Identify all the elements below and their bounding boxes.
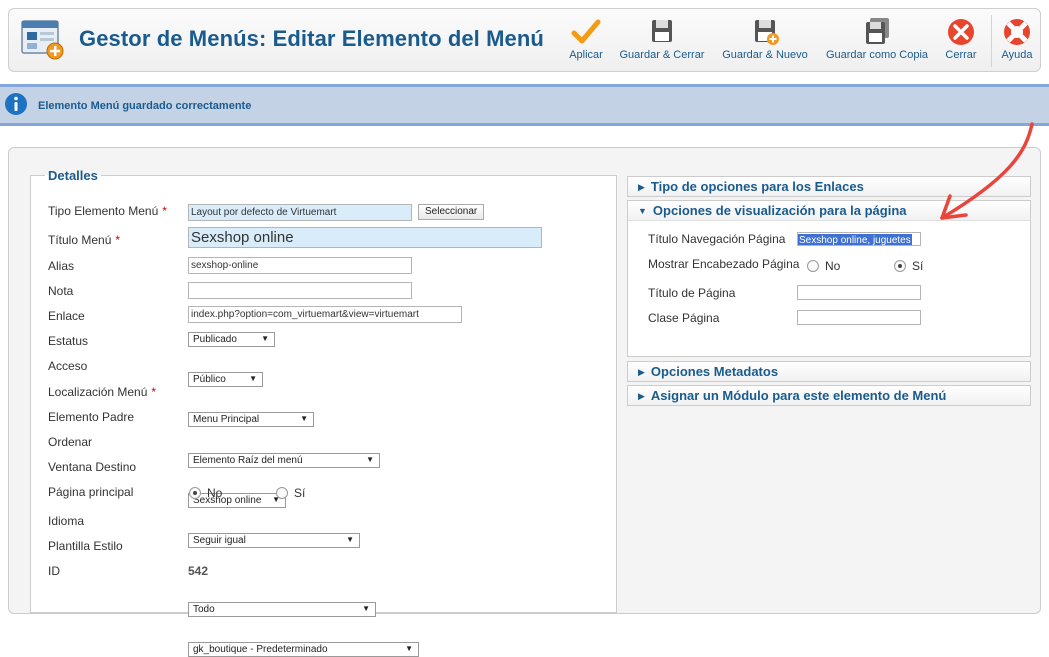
- template-style-select[interactable]: gk_boutique - Predeterminado ▼: [188, 642, 419, 657]
- radio-icon: [189, 487, 201, 499]
- link-label: Enlace: [48, 309, 85, 323]
- checkmark-icon: [571, 19, 601, 44]
- radio-icon: [276, 487, 288, 499]
- show-heading-option-no[interactable]: No: [807, 257, 840, 275]
- menu-type-field[interactable]: [188, 204, 412, 221]
- page-heading-label: Título de Página: [648, 286, 736, 300]
- page-heading-input[interactable]: [797, 285, 921, 300]
- details-legend: Detalles: [48, 168, 98, 183]
- id-label: ID: [48, 564, 60, 578]
- ordering-label: Ordenar: [48, 435, 93, 449]
- accordion-header-module-assign[interactable]: ▶ Asignar un Módulo para este elemento de…: [628, 386, 1030, 405]
- dropdown-arrow-icon: ▼: [300, 414, 308, 423]
- required-mark: *: [115, 233, 121, 247]
- lifebuoy-icon: [1004, 19, 1030, 45]
- menu-manager-icon: [21, 20, 64, 60]
- accordion-metadata: ▶ Opciones Metadatos: [627, 361, 1031, 382]
- dropdown-arrow-icon: ▼: [261, 334, 269, 343]
- dropdown-arrow-icon: ▼: [362, 604, 370, 613]
- annotation-arrow-icon: [940, 122, 1034, 220]
- link-input[interactable]: [188, 306, 462, 323]
- language-select[interactable]: Todo ▼: [188, 602, 376, 617]
- message-text: Elemento Menú guardado correctamente: [38, 100, 252, 112]
- floppy-icon: [652, 20, 672, 42]
- target-label: Ventana Destino: [48, 460, 137, 474]
- cancel-icon: [948, 19, 974, 45]
- dropdown-arrow-icon: ▼: [346, 535, 354, 544]
- caret-right-icon: ▶: [638, 391, 645, 401]
- page-title: Gestor de Menús: Editar Elemento del Men…: [79, 26, 544, 51]
- accordion-header-metadata[interactable]: ▶ Opciones Metadatos: [628, 362, 1030, 381]
- edit-form-panel: Detalles Tipo Elemento Menú* Seleccionar…: [8, 147, 1041, 657]
- caret-right-icon: ▶: [638, 182, 645, 192]
- caret-right-icon: ▶: [638, 367, 645, 377]
- system-message: Elemento Menú guardado correctamente: [0, 84, 1049, 126]
- page-display-panel: Título Navegación Página Sexshop online,…: [628, 220, 1030, 356]
- toolbar-separator: [991, 15, 992, 67]
- parent-label: Elemento Padre: [48, 410, 135, 424]
- help-button[interactable]: Ayuda: [999, 17, 1035, 67]
- required-mark: *: [151, 385, 157, 399]
- save-new-button[interactable]: Guardar & Nuevo: [721, 17, 809, 67]
- menu-type-label: Tipo Elemento Menú: [48, 204, 159, 218]
- access-select[interactable]: Público ▼: [188, 372, 263, 387]
- template-style-label: Plantilla Estilo: [48, 539, 123, 553]
- save-copy-button[interactable]: Guardar como Copia: [824, 17, 930, 67]
- home-option-no[interactable]: No: [189, 484, 222, 502]
- toolbar: Gestor de Menús: Editar Elemento del Men…: [8, 8, 1041, 72]
- alias-label: Alias: [48, 259, 75, 273]
- alias-input[interactable]: [188, 257, 412, 274]
- menu-title-label: Título Menú: [48, 233, 112, 247]
- floppy-plus-icon: [755, 20, 779, 45]
- details-fieldset: Detalles Tipo Elemento Menú* Seleccionar…: [30, 168, 617, 657]
- accordion-module-assign: ▶ Asignar un Módulo para este elemento de…: [627, 385, 1031, 406]
- parent-select[interactable]: Elemento Raíz del menú ▼: [188, 453, 380, 468]
- menu-title-input[interactable]: [188, 227, 542, 248]
- page-class-input[interactable]: [797, 310, 921, 325]
- show-heading-option-yes[interactable]: Sí: [894, 257, 923, 275]
- close-button[interactable]: Cerrar: [941, 17, 981, 67]
- radio-icon: [807, 260, 819, 272]
- caret-down-icon: ▼: [638, 206, 647, 216]
- language-label: Idioma: [48, 514, 85, 528]
- floppy-copy-icon: [866, 18, 889, 44]
- target-select[interactable]: Seguir igual ▼: [188, 533, 360, 548]
- home-label: Página principal: [48, 485, 134, 499]
- select-menu-type-button[interactable]: Seleccionar: [418, 204, 485, 220]
- save-close-button[interactable]: Guardar & Cerrar: [619, 17, 705, 67]
- browser-title-selected-text: Sexshop online, juguetes: [798, 234, 912, 246]
- page-class-label: Clase Página: [648, 311, 720, 325]
- show-heading-label: Mostrar Encabezado Página: [648, 257, 800, 271]
- dropdown-arrow-icon: ▼: [405, 644, 413, 653]
- dropdown-arrow-icon: ▼: [366, 455, 374, 464]
- info-icon: [5, 93, 27, 115]
- dropdown-arrow-icon: ▼: [249, 374, 257, 383]
- note-input[interactable]: [188, 282, 412, 299]
- required-mark: *: [162, 204, 167, 218]
- note-label: Nota: [48, 284, 74, 298]
- home-option-yes[interactable]: Sí: [276, 484, 305, 502]
- apply-button[interactable]: Aplicar: [564, 17, 608, 67]
- id-value: 542: [188, 564, 209, 578]
- menu-location-label: Localización Menú: [48, 385, 148, 399]
- browser-title-input[interactable]: Sexshop online, juguetes: [797, 232, 921, 246]
- status-label: Estatus: [48, 334, 89, 348]
- menu-location-select[interactable]: Menu Principal ▼: [188, 412, 314, 427]
- browser-title-label: Título Navegación Página: [648, 232, 786, 246]
- radio-icon: [894, 260, 906, 272]
- access-label: Acceso: [48, 359, 88, 373]
- status-select[interactable]: Publicado ▼: [188, 332, 275, 347]
